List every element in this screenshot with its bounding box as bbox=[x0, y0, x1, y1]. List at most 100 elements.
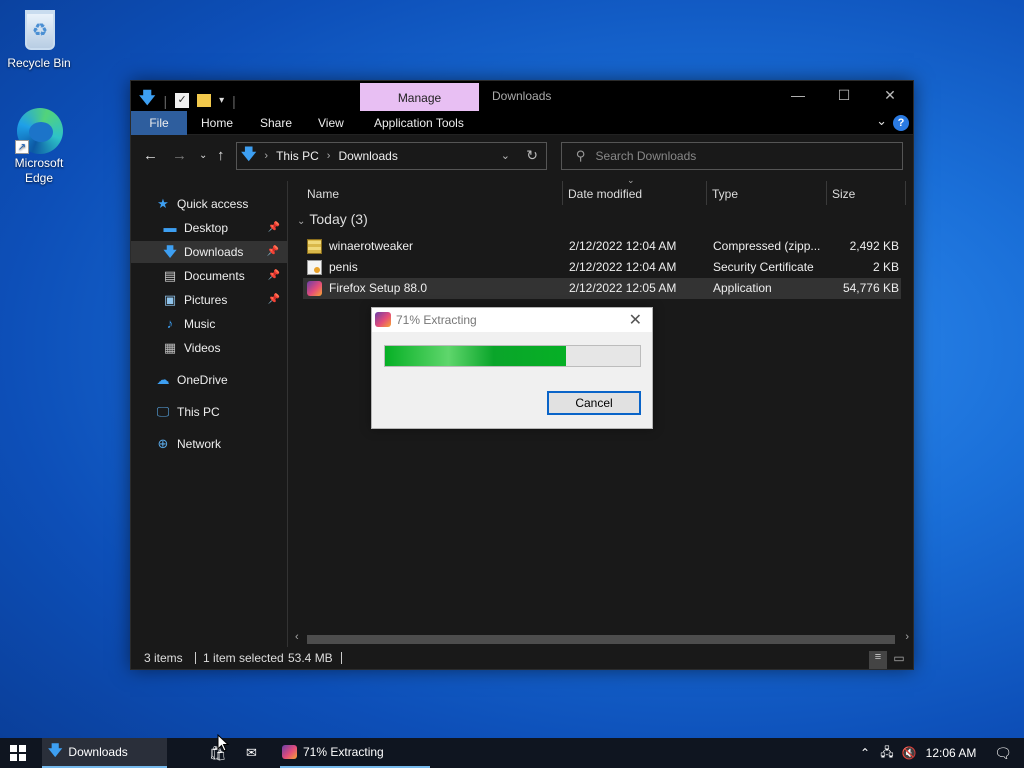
clock[interactable]: 12:06 AM bbox=[920, 746, 982, 760]
pictures-icon: ▣ bbox=[163, 292, 177, 307]
breadcrumb-separator-icon[interactable]: › bbox=[327, 150, 331, 162]
mouse-cursor-icon bbox=[217, 734, 229, 752]
volume-muted-icon[interactable]: 🔇 bbox=[898, 746, 920, 760]
forward-arrow-icon[interactable]: → bbox=[172, 147, 187, 164]
search-box[interactable]: ⚲ Search Downloads bbox=[561, 142, 903, 170]
close-button[interactable]: ✕ bbox=[867, 81, 913, 111]
network-status-icon[interactable]: 🖧 bbox=[876, 743, 898, 764]
videos-icon: ▦ bbox=[163, 340, 177, 355]
nav-item-network[interactable]: ⊕ Network bbox=[155, 433, 221, 455]
column-header-name[interactable]: Name bbox=[307, 187, 339, 201]
dialog-close-icon[interactable]: ✕ bbox=[629, 310, 642, 330]
up-arrow-icon[interactable]: ↑ bbox=[217, 147, 225, 164]
download-arrow-icon: 🡇 bbox=[163, 244, 177, 259]
item-count: 3 items bbox=[144, 651, 183, 665]
address-row: ← → ⌄ ↑ 🡇 › This PC › Downloads ⌄ ↻ ⚲ Se… bbox=[131, 135, 913, 180]
nav-item-onedrive[interactable]: ☁ OneDrive bbox=[155, 369, 228, 391]
sort-indicator-icon: ⌄ bbox=[627, 175, 635, 185]
dialog-title-bar: 71% Extracting ✕ bbox=[372, 308, 652, 332]
properties-icon[interactable]: ✓ bbox=[175, 93, 190, 108]
separator: | bbox=[163, 92, 168, 109]
pin-icon[interactable]: 📌 bbox=[268, 265, 280, 287]
recycle-bin-icon bbox=[25, 10, 55, 50]
back-arrow-icon[interactable]: ← bbox=[143, 147, 158, 164]
nav-item-videos[interactable]: ▦ Videos bbox=[162, 337, 221, 359]
manage-contextual-tab[interactable]: Manage bbox=[360, 83, 479, 111]
customize-qat-chevron-icon[interactable]: ▾ bbox=[219, 95, 224, 106]
mail-icon: ✉ bbox=[246, 745, 257, 760]
pin-icon[interactable]: 📌 bbox=[268, 217, 280, 239]
ribbon: File Home Share View Application Tools ⌄… bbox=[131, 111, 913, 135]
large-icons-view-icon[interactable]: ▭ bbox=[890, 651, 908, 669]
cancel-button[interactable]: Cancel bbox=[547, 391, 641, 415]
desktop-icon-label: Microsoft Edge bbox=[14, 156, 64, 185]
column-header-type[interactable]: Type bbox=[712, 187, 738, 201]
address-dropdown-chevron-icon[interactable]: ⌄ bbox=[501, 149, 510, 162]
address-bar[interactable]: 🡇 › This PC › Downloads ⌄ ↻ bbox=[236, 142, 547, 170]
quick-access-toolbar: 🡇 | ✓ ▾ | bbox=[139, 87, 236, 114]
horizontal-scrollbar[interactable]: ‹ › bbox=[289, 631, 913, 647]
scroll-right-icon[interactable]: › bbox=[905, 631, 909, 643]
show-hidden-icons-chevron-icon[interactable]: ⌃ bbox=[854, 746, 876, 760]
nav-item-downloads[interactable]: 🡇 Downloads 📌 bbox=[131, 241, 287, 263]
separator: | bbox=[232, 92, 236, 109]
nav-item-documents[interactable]: ▤ Documents 📌 bbox=[162, 265, 288, 287]
nav-item-music[interactable]: ♪ Music bbox=[162, 313, 216, 335]
taskbar: 🡇 Downloads 🛍 ✉ 71% Extracting ⌃ 🖧 🔇 12:… bbox=[0, 738, 1024, 768]
expand-ribbon-chevron-icon[interactable]: ⌄ bbox=[876, 113, 887, 129]
details-view-icon[interactable]: ≡ bbox=[869, 651, 887, 669]
column-header-size[interactable]: Size bbox=[832, 187, 855, 201]
navigation-pane: ★ Quick access ▬ Desktop 📌 🡇 Downloads 📌… bbox=[131, 181, 288, 647]
file-row[interactable]: Firefox Setup 88.0 2/12/2022 12:05 AM Ap… bbox=[303, 278, 901, 299]
extraction-progress-bar bbox=[384, 345, 641, 367]
tab-view[interactable]: View bbox=[318, 111, 344, 135]
certificate-icon bbox=[307, 260, 322, 275]
dialog-title: 71% Extracting bbox=[396, 313, 477, 327]
selection-size: 53.4 MB bbox=[288, 651, 333, 665]
pin-icon[interactable]: 📌 bbox=[268, 289, 280, 311]
shortcut-arrow-icon: ↗ bbox=[15, 140, 29, 154]
file-row[interactable]: penis 2/12/2022 12:04 AM Security Certif… bbox=[303, 257, 901, 278]
taskbar-item-downloads[interactable]: 🡇 Downloads bbox=[42, 738, 167, 768]
collapse-chevron-icon[interactable]: ⌄ bbox=[297, 216, 305, 227]
file-row[interactable]: winaerotweaker 2/12/2022 12:04 AM Compre… bbox=[303, 236, 901, 257]
star-icon: ★ bbox=[157, 196, 169, 211]
recent-locations-chevron-icon[interactable]: ⌄ bbox=[199, 150, 207, 161]
help-icon[interactable]: ? bbox=[893, 115, 909, 131]
tab-share[interactable]: Share bbox=[260, 111, 292, 135]
tab-file[interactable]: File bbox=[131, 111, 187, 135]
action-center-icon[interactable]: 🗨 bbox=[982, 745, 1024, 762]
tab-application-tools[interactable]: Application Tools bbox=[374, 111, 464, 135]
nav-item-pictures[interactable]: ▣ Pictures 📌 bbox=[162, 289, 288, 311]
download-arrow-icon: 🡇 bbox=[241, 145, 257, 163]
breadcrumb-this-pc[interactable]: This PC bbox=[276, 149, 319, 163]
group-header-today[interactable]: ⌄ Today (3) bbox=[297, 211, 368, 227]
nav-item-desktop[interactable]: ▬ Desktop 📌 bbox=[162, 217, 288, 239]
breadcrumb-downloads[interactable]: Downloads bbox=[338, 149, 397, 163]
status-bar: 3 items 1 item selected 53.4 MB ≡ ▭ bbox=[131, 647, 913, 669]
taskbar-mail-app[interactable]: ✉ bbox=[246, 738, 257, 768]
taskbar-item-extracting[interactable]: 71% Extracting bbox=[280, 738, 430, 768]
column-header-date-modified[interactable]: Date modified bbox=[568, 187, 642, 201]
new-folder-icon[interactable] bbox=[197, 94, 212, 107]
desktop-icon-edge[interactable]: ↗ Microsoft Edge bbox=[1, 106, 77, 186]
nav-item-this-pc[interactable]: 🖵 This PC bbox=[155, 401, 220, 423]
installer-icon bbox=[307, 281, 322, 296]
breadcrumb-separator-icon[interactable]: › bbox=[264, 150, 268, 162]
maximize-button[interactable]: ☐ bbox=[821, 81, 867, 111]
refresh-icon[interactable]: ↻ bbox=[526, 147, 538, 164]
scroll-left-icon[interactable]: ‹ bbox=[295, 631, 299, 643]
scrollbar-thumb[interactable] bbox=[307, 635, 895, 644]
desktop-icon-label: Recycle Bin bbox=[7, 56, 71, 70]
pin-icon[interactable]: 📌 bbox=[267, 241, 279, 263]
computer-icon: 🖵 bbox=[156, 404, 170, 419]
tab-home[interactable]: Home bbox=[201, 111, 233, 135]
start-button[interactable] bbox=[10, 745, 26, 761]
download-arrow-icon: 🡇 bbox=[139, 90, 156, 107]
system-tray: ⌃ 🖧 🔇 12:06 AM 🗨 bbox=[854, 738, 1024, 768]
nav-item-quick-access[interactable]: ★ Quick access bbox=[155, 193, 248, 215]
zip-folder-icon bbox=[307, 239, 322, 254]
desktop-icon-recycle-bin[interactable]: Recycle Bin bbox=[1, 6, 77, 70]
selection-count: 1 item selected bbox=[203, 651, 284, 665]
minimize-button[interactable]: — bbox=[775, 81, 821, 111]
